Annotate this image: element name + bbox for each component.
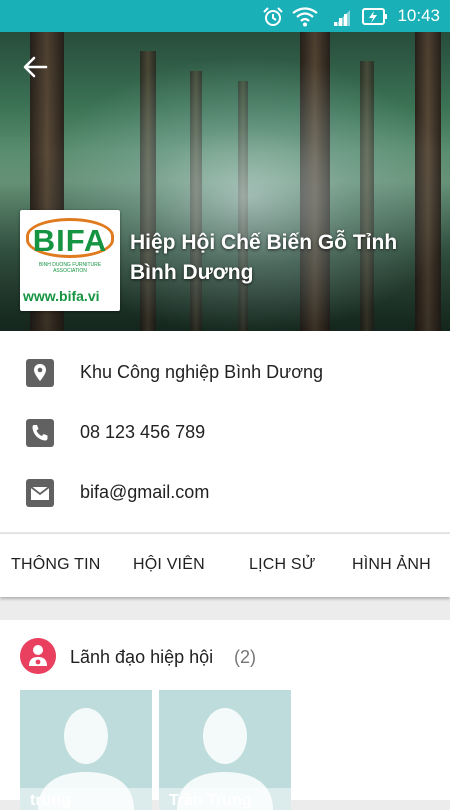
tab-members[interactable]: HỘI VIÊN [133,556,205,574]
member-name: Trần Trung [159,788,291,810]
page-title: Hiệp Hội Chế Biến Gỗ Tỉnh Bình Dương [130,231,398,284]
back-arrow-icon[interactable] [20,52,50,82]
phone-icon [26,419,54,447]
member-card[interactable]: Trần Trung [159,690,291,810]
phone-row[interactable]: 08 123 456 789 [0,403,450,463]
email-text: bifa@gmail.com [80,482,210,502]
tab-bar: THÔNG TIN HỘI VIÊN LỊCH SỬ HÌNH ẢNH [0,533,450,597]
alarm-icon [263,7,283,26]
member-card[interactable]: trung [20,690,152,810]
tab-photos[interactable]: HÌNH ẢNH [352,556,431,574]
phone-text: 08 123 456 789 [80,422,206,442]
leader-group-icon [20,638,56,674]
battery-charging-icon [362,8,387,25]
address-row[interactable]: Khu Công nghiệp Bình Dương [0,343,450,403]
signal-icon [334,10,350,26]
email-icon [26,479,54,507]
section-title: Lãnh đạo hiệp hội [70,647,214,667]
location-pin-icon [26,359,54,387]
member-name: trung [20,788,152,810]
contact-info: Khu Công nghiệp Bình Dương 08 123 456 78… [0,331,450,532]
address-text: Khu Công nghiệp Bình Dương [80,362,324,382]
tab-history[interactable]: LỊCH SỬ [249,556,316,574]
member-count: (2) [234,647,256,667]
leadership-section: Lãnh đạo hiệp hội (2) trung Trần Trung [0,620,450,810]
tab-info[interactable]: THÔNG TIN [11,556,101,574]
wifi-icon [292,7,318,27]
association-logo: BIFA BINH DUONG FURNITURE ASSOCIATION ww… [20,210,120,311]
email-row[interactable]: bifa@gmail.com [0,463,450,523]
status-bar: 10:43 [0,0,450,32]
cover-header: BIFA BINH DUONG FURNITURE ASSOCIATION ww… [0,32,450,331]
status-time: 10:43 [397,6,440,25]
